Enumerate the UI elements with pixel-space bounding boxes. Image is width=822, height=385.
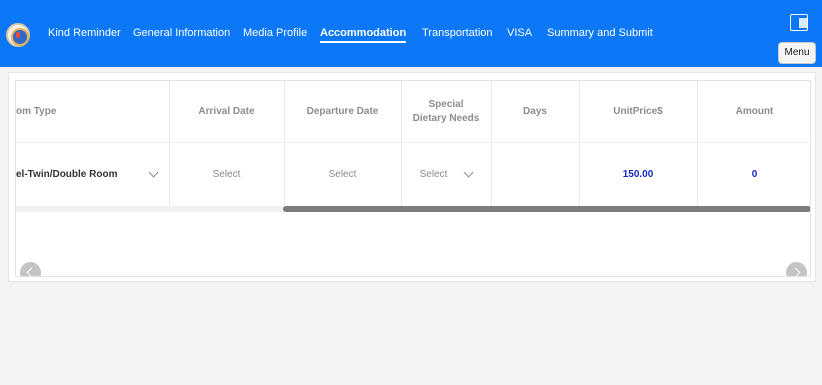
nav-general-information[interactable]: General Information [133,27,230,39]
nav-visa[interactable]: VISA [507,27,532,39]
unit-price-cell: 150.00 [622,168,654,180]
scroll-right-button[interactable] [786,262,807,276]
days-cell [491,143,579,205]
language-switch-icon[interactable] [790,14,808,31]
menu-button[interactable]: Menu [778,42,816,64]
header-departure-date: Departure Date [306,105,379,117]
scroll-left-button[interactable] [20,262,41,276]
departure-date-select[interactable]: Select [284,143,401,205]
room-type-select[interactable]: el-Twin/Double Room [16,143,169,205]
top-navigation-bar: Kind Reminder General Information Media … [0,0,822,67]
emblem-logo-icon [6,23,30,47]
header-special-dietary-needs-label: Special Dietary Needs [412,98,480,124]
header-special-dietary-needs: Special Dietary Needs [401,81,491,142]
arrival-date-select[interactable]: Select [169,143,284,205]
accommodation-card: om Type Arrival Date Departure Date Spec… [8,72,816,282]
amount-cell: 0 [751,168,758,180]
scrollbar-thumb[interactable] [283,206,810,212]
nav-transportation[interactable]: Transportation [422,27,493,39]
nav-summary-and-submit[interactable]: Summary and Submit [547,27,653,39]
accommodation-table: om Type Arrival Date Departure Date Spec… [15,80,811,277]
nav-accommodation[interactable]: Accommodation [320,27,407,43]
header-days: Days [523,105,547,117]
dietary-needs-value: Select [419,168,448,180]
header-room-type: om Type [16,105,57,117]
header-unit-price: UnitPrice$ [613,105,663,117]
horizontal-scrollbar[interactable] [16,206,810,212]
header-arrival-date: Arrival Date [198,105,255,117]
room-type-value: el-Twin/Double Room [16,168,118,180]
header-amount: Amount [735,105,774,117]
chevron-down-icon [463,167,474,177]
nav-media-profile[interactable]: Media Profile [243,27,307,39]
chevron-down-icon [148,167,159,177]
dietary-needs-select[interactable]: Select [401,143,491,205]
nav-kind-reminder[interactable]: Kind Reminder [48,27,121,39]
